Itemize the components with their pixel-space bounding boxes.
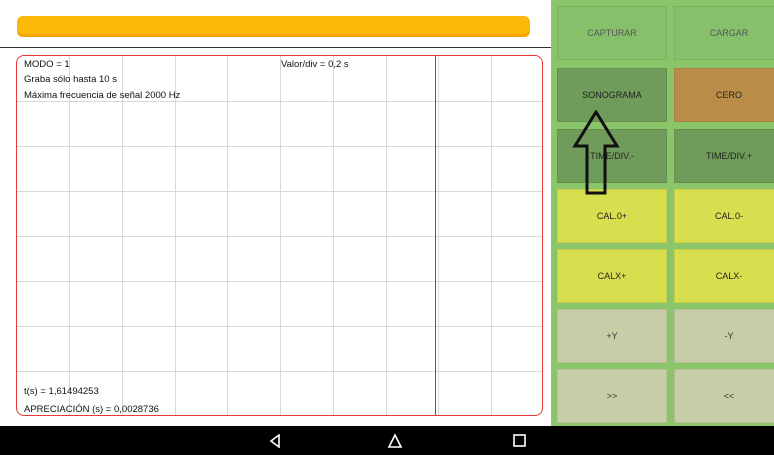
grid-line (17, 326, 542, 327)
system-navigation-bar (0, 426, 774, 455)
back-button[interactable]: << (674, 369, 774, 423)
grid-line (17, 101, 542, 102)
load-button[interactable]: CARGAR (674, 6, 774, 60)
time-div-plus-button[interactable]: TIME/DIV.+ (674, 129, 774, 183)
up-arrow-annotation-icon (572, 110, 620, 195)
calx-minus-button[interactable]: CALX- (674, 249, 774, 303)
time-cursor[interactable] (435, 56, 436, 415)
control-panel: CAPTURAR CARGAR SONOGRAMA CERO TIME/DIV.… (551, 0, 774, 426)
cal0-plus-button[interactable]: CAL.0+ (557, 189, 667, 243)
grid-line (17, 146, 542, 147)
calx-plus-button[interactable]: CALX+ (557, 249, 667, 303)
zero-button[interactable]: CERO (674, 68, 774, 122)
back-icon[interactable] (260, 426, 290, 455)
mode-label: MODO = 1 (24, 59, 70, 70)
max-frequency-label: Máxima frecuencia de señal 2000 Hz (24, 90, 181, 101)
y-plus-button[interactable]: +Y (557, 309, 667, 363)
grid-line (17, 236, 542, 237)
resolution-readout: APRECIACIÓN (s) = 0,0028736 (24, 404, 159, 415)
capture-button[interactable]: CAPTURAR (557, 6, 667, 60)
time-readout: t(s) = 1,61494253 (24, 386, 99, 397)
grid-line (17, 371, 542, 372)
oscilloscope-screen[interactable]: MODO = 1 Valor/div = 0,2 s Graba sólo ha… (16, 55, 543, 416)
divider (0, 47, 551, 48)
cal0-minus-button[interactable]: CAL.0- (674, 189, 774, 243)
y-minus-button[interactable]: -Y (674, 309, 774, 363)
recording-progress-bar (17, 16, 530, 37)
grid-line (17, 281, 542, 282)
forward-button[interactable]: >> (557, 369, 667, 423)
grid-line (17, 191, 542, 192)
scope-area: MODO = 1 Valor/div = 0,2 s Graba sólo ha… (0, 0, 551, 426)
record-limit-label: Graba sólo hasta 10 s (24, 74, 117, 85)
home-icon[interactable] (380, 426, 410, 455)
recents-icon[interactable] (504, 426, 534, 455)
value-per-div-label: Valor/div = 0,2 s (281, 59, 349, 70)
